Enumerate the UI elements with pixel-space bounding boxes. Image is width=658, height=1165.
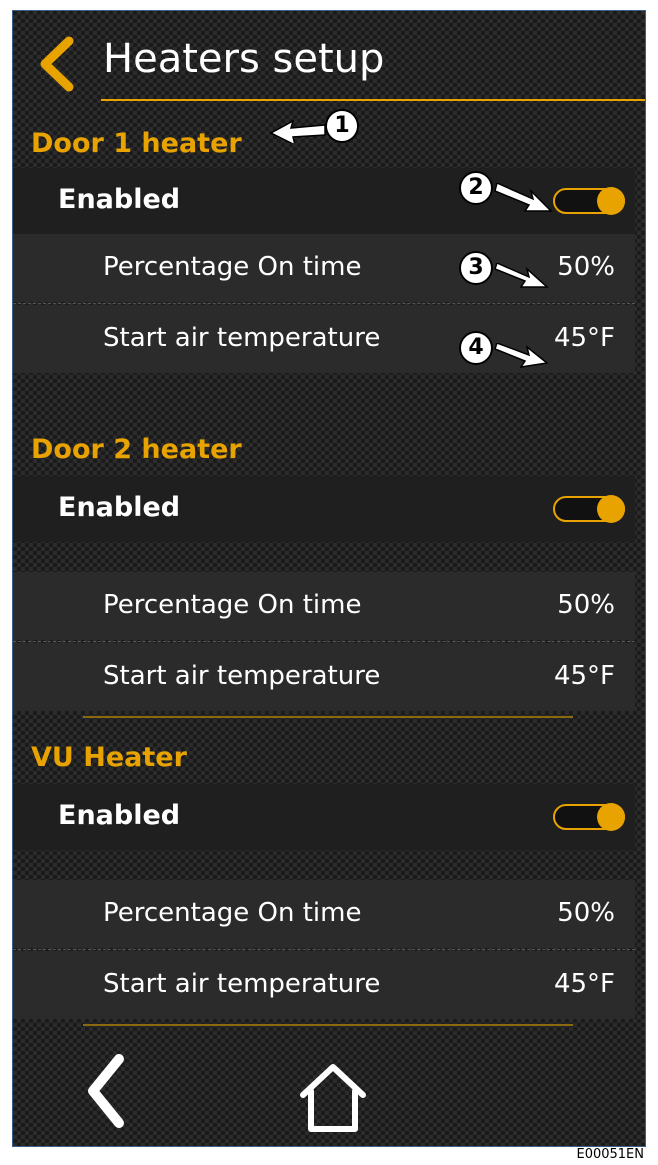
callout-badge: 4 [459,331,493,365]
home-icon[interactable] [297,1061,369,1135]
callout-arrow-icon [494,183,553,212]
section-separator [83,716,573,718]
enabled-row: Enabled [13,476,635,542]
toggle-knob [597,495,625,523]
setting-value: 50% [557,590,615,620]
figure-code: E00051EN [576,1147,644,1162]
row-divider [13,641,635,642]
percentage-on-time-row[interactable]: Percentage On time 50% [13,880,635,948]
callout-arrow-icon [494,263,549,288]
callout-badge: 3 [459,251,493,285]
toggle-knob [597,187,625,215]
device-screen: Heaters setup Door 1 heater Enabled Perc… [12,10,646,1147]
title-underline [101,99,645,101]
setting-label: Start air temperature [103,661,381,691]
row-divider [13,949,635,950]
setting-value: 45°F [553,969,615,999]
callout-arrow-icon [269,119,326,143]
section-separator [83,1024,573,1026]
start-air-temperature-row[interactable]: Start air temperature 45°F [13,951,635,1019]
enabled-label: Enabled [58,184,181,215]
section-title: Door 2 heater [31,434,242,465]
setting-value: 50% [557,898,615,928]
callout-badge: 2 [459,171,493,205]
enabled-toggle[interactable] [553,495,625,523]
enabled-label: Enabled [58,800,181,831]
section-title: VU Heater [31,742,187,773]
setting-label: Percentage On time [103,898,362,928]
back-chevron-icon[interactable] [83,1051,133,1131]
enabled-label: Enabled [58,492,181,523]
setting-value: 50% [557,252,615,282]
enabled-toggle[interactable] [553,803,625,831]
page-title: Heaters setup [103,36,385,82]
enabled-toggle[interactable] [553,187,625,215]
setting-label: Percentage On time [103,590,362,620]
start-air-temperature-row[interactable]: Start air temperature 45°F [13,643,635,711]
setting-label: Start air temperature [103,323,381,353]
toggle-knob [597,803,625,831]
enabled-row: Enabled [13,784,635,850]
row-divider [13,303,635,304]
setting-value: 45°F [553,661,615,691]
setting-value: 45°F [553,323,615,353]
section-title: Door 1 heater [31,128,242,159]
percentage-on-time-row[interactable]: Percentage On time 50% [13,572,635,640]
callout-badge: 1 [325,109,359,143]
setting-label: Start air temperature [103,969,381,999]
setting-label: Percentage On time [103,252,362,282]
back-chevron-icon[interactable] [35,35,79,93]
header: Heaters setup [13,11,645,103]
callout-arrow-icon [494,343,549,369]
